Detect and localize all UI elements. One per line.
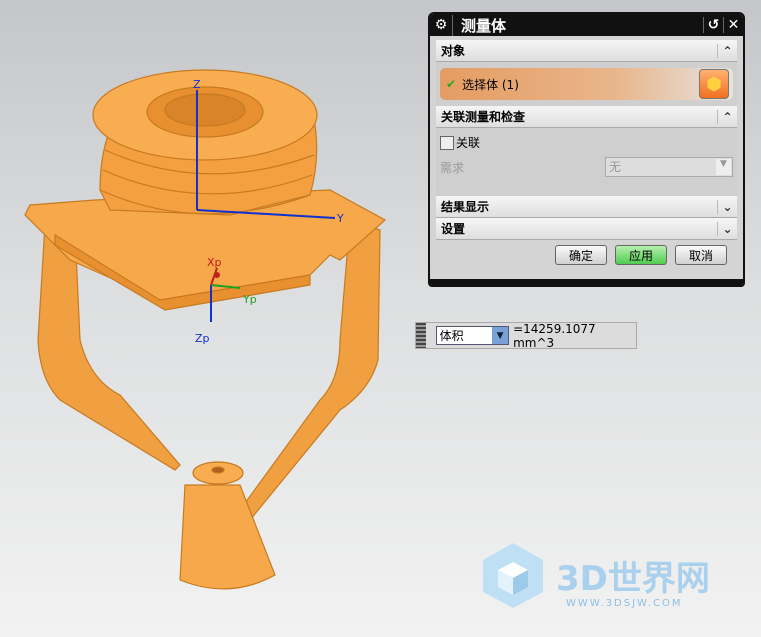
measure-result-bar: 体积 ▼ =14259.1077 mm^3 [415,321,637,350]
axis-label-z: Z [193,78,201,91]
requirement-label: 需求 [440,160,465,175]
section-label: 关联测量和检查 [441,110,526,124]
section-object[interactable]: 对象 ⌃ [436,40,737,62]
dialog-title: 测量体 [452,14,703,36]
section-settings[interactable]: 设置 ⌄ [436,218,737,240]
chevron-down-icon: ▼ [492,327,509,344]
section-results[interactable]: 结果显示 ⌄ [436,196,737,218]
assoc-label: 关联 [456,136,481,150]
axis-label-zp: Zp [195,332,210,345]
apply-button[interactable]: 应用 [615,245,667,265]
check-icon: ✔ [446,77,457,91]
chevron-down-icon[interactable]: ⌄ [717,199,737,214]
part-model [24,69,387,590]
watermark-name: 3D世界网 [556,558,710,599]
cancel-button[interactable]: 取消 [675,245,727,265]
assoc-checkbox[interactable] [440,135,454,150]
watermark-logo-icon [483,543,543,608]
chevron-down-icon: ▼ [716,159,731,175]
select-body-field[interactable]: ✔ 选择体 (1) ⬢ [440,68,733,100]
measure-body-dialog: ⚙ 测量体 ↺ ✕ 对象 ⌃ ✔ 选择体 (1) ⬢ 关联测量和检查 ⌃ 关联 需求… [428,12,745,287]
close-icon[interactable]: ✕ [723,17,743,33]
requirement-value: 无 [609,160,622,174]
measure-value: =14259.1077 mm^3 [513,321,596,350]
section-label: 对象 [441,44,466,58]
axis-label-y: Y [336,212,344,225]
axis-label-yp: Yp [242,293,257,306]
select-body-label: 选择体 (1) [462,77,519,92]
section-label: 设置 [441,222,466,236]
watermark: 3D世界网 WWW.3DSJW.COM [478,540,710,610]
cube-icon[interactable]: ⬢ [699,69,729,99]
section-label: 结果显示 [441,200,490,214]
chevron-down-icon[interactable]: ⌄ [717,221,737,236]
watermark-url: WWW.3DSJW.COM [566,598,683,609]
chevron-up-icon[interactable]: ⌃ [717,109,737,124]
measure-type-value: 体积 [439,329,464,343]
chevron-up-icon[interactable]: ⌃ [717,43,737,58]
measure-type-select[interactable]: 体积 ▼ [435,326,510,345]
drag-handle[interactable] [416,323,426,348]
reset-icon[interactable]: ↺ [703,17,723,33]
section-assoc[interactable]: 关联测量和检查 ⌃ [436,106,737,128]
requirement-select[interactable]: 无 ▼ [605,157,733,177]
gear-icon[interactable]: ⚙ [430,17,452,33]
ok-button[interactable]: 确定 [555,245,607,265]
axis-label-xp: Xp [207,256,222,269]
